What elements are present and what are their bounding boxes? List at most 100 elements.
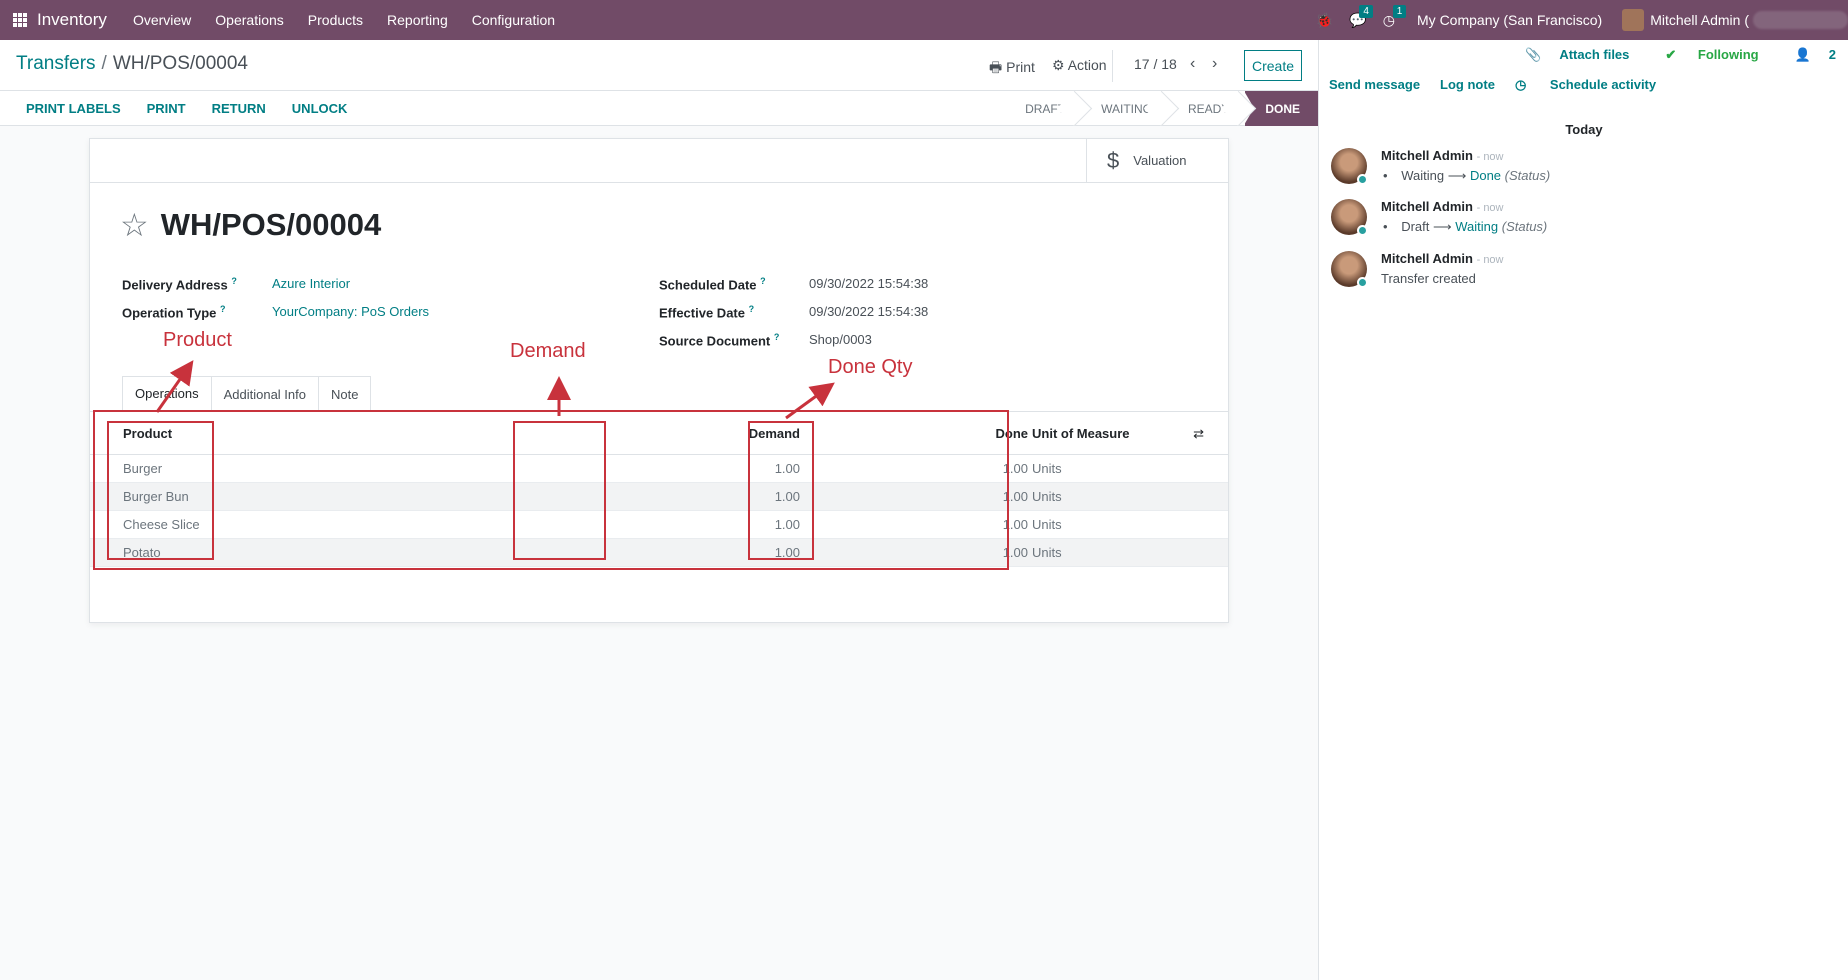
effective-date-value: 09/30/2022 15:54:38: [809, 304, 929, 319]
following-button[interactable]: ✔ Following: [1647, 47, 1758, 63]
annotation-demand-box: [513, 421, 606, 560]
chatter-topbar: 📎 Attach files ✔ Following 👤 2: [1489, 47, 1836, 63]
tab-note[interactable]: Note: [318, 376, 372, 411]
source-document-value: Shop/0003: [809, 332, 872, 347]
user-icon: 👤: [1794, 47, 1811, 62]
user-menu[interactable]: Mitchell Admin (: [1650, 12, 1749, 28]
cell-uom: Units: [1032, 517, 1062, 532]
tab-additional-info[interactable]: Additional Info: [210, 376, 319, 411]
unlock-button[interactable]: UNLOCK: [292, 101, 348, 116]
scheduled-date-label: Scheduled Date ?: [659, 276, 766, 293]
followers-button[interactable]: 👤 2: [1777, 47, 1836, 63]
stage-draft: DRAFT: [1005, 91, 1081, 126]
menu-products[interactable]: Products: [296, 12, 375, 28]
pager-value[interactable]: 17 / 18: [1134, 56, 1177, 72]
effective-date-field: Effective Date ? 09/30/2022 15:54:38: [659, 304, 928, 320]
stage-ready: READY: [1168, 91, 1245, 126]
record-name: WH/POS/00004: [160, 207, 382, 242]
date-separator: Today: [1565, 122, 1603, 137]
operation-type-label: Operation Type ?: [122, 304, 226, 321]
send-message-button[interactable]: Send message: [1329, 77, 1420, 93]
optional-columns-icon[interactable]: ⇄: [1193, 426, 1204, 442]
chatter-panel: 📎 Attach files ✔ Following 👤 2 Send messag…: [1318, 40, 1848, 980]
annotation-demand-label: Demand: [510, 340, 586, 362]
notebook-tabs: Operations Additional Info Note: [122, 376, 372, 411]
arrow-right-icon: ⟶: [1432, 219, 1452, 234]
menu-overview[interactable]: Overview: [121, 12, 203, 28]
stage-done: DONE: [1244, 91, 1318, 126]
smart-button-box: $ Valuation: [90, 139, 1228, 183]
menu-reporting[interactable]: Reporting: [375, 12, 460, 28]
messages-icon[interactable]: 💬 4: [1349, 4, 1373, 29]
column-uom[interactable]: Unit of Measure: [1032, 426, 1182, 441]
breadcrumb: Transfers / WH/POS/00004: [16, 53, 248, 74]
blurred-user-detail: [1753, 11, 1848, 29]
cell-uom: Units: [1032, 461, 1062, 476]
operation-type-value[interactable]: YourCompany: PoS Orders: [272, 304, 429, 320]
action-dropdown[interactable]: ⚙ Action: [1052, 57, 1107, 74]
schedule-activity-button[interactable]: ◷ Schedule activity: [1515, 77, 1676, 93]
clock-icon: ◷: [1514, 77, 1527, 92]
annotation-product-label: Product: [163, 329, 232, 351]
tab-operations[interactable]: Operations: [122, 376, 212, 411]
print-button[interactable]: PRINT: [147, 101, 186, 116]
message-time: - now: [1476, 151, 1504, 163]
dollar-icon: $: [1107, 147, 1120, 173]
menu-configuration[interactable]: Configuration: [460, 12, 567, 28]
message-text: Transfer created: [1381, 271, 1476, 286]
return-button[interactable]: RETURN: [212, 101, 266, 116]
message-author[interactable]: Mitchell Admin: [1381, 148, 1473, 163]
status-bar: PRINT LABELS PRINT RETURN UNLOCK DRAFT W…: [0, 91, 1318, 126]
create-button[interactable]: Create: [1244, 50, 1302, 81]
source-document-field: Source Document ? Shop/0003: [659, 332, 872, 348]
company-switcher[interactable]: My Company (San Francisco): [1417, 12, 1602, 28]
printer-icon: 🖶: [989, 59, 1003, 75]
app-name[interactable]: Inventory: [37, 10, 107, 30]
breadcrumb-transfers[interactable]: Transfers: [16, 53, 96, 74]
arrow-right-icon: ⟶: [1447, 168, 1467, 183]
cell-uom: Units: [1032, 545, 1062, 560]
bug-icon[interactable]: 🐞: [1316, 12, 1333, 29]
delivery-address-field: Delivery Address ? Azure Interior: [122, 276, 350, 292]
apps-menu-icon[interactable]: [13, 13, 27, 27]
operation-type-field: Operation Type ? YourCompany: PoS Orders: [122, 304, 429, 320]
print-labels-button[interactable]: PRINT LABELS: [26, 101, 121, 116]
stage-waiting: WAITING: [1081, 91, 1168, 126]
delivery-address-value[interactable]: Azure Interior: [272, 276, 350, 292]
print-dropdown[interactable]: 🖶 Print: [989, 57, 1035, 81]
check-icon: ✔: [1665, 47, 1677, 62]
online-status-icon: [1357, 277, 1368, 288]
valuation-button[interactable]: $ Valuation: [1086, 139, 1228, 182]
annotation-product-box: [107, 421, 214, 560]
source-document-label: Source Document ?: [659, 332, 780, 349]
star-icon[interactable]: ☆: [120, 209, 149, 241]
cell-uom: Units: [1032, 489, 1062, 504]
scheduled-date-value: 09/30/2022 15:54:38: [809, 276, 929, 291]
message-author[interactable]: Mitchell Admin: [1381, 251, 1473, 266]
record-title: ☆ WH/POS/00004: [120, 207, 381, 243]
chevron-left-icon[interactable]: ‹: [1190, 55, 1195, 73]
message-time: - now: [1476, 254, 1504, 266]
gear-icon: ⚙: [1052, 57, 1065, 73]
chatter-actions: Send message Log note ◷ Schedule activit…: [1329, 77, 1696, 93]
paperclip-icon: 📎: [1525, 47, 1542, 62]
navbar-systray: 🐞 💬 4 ◷ 1 My Company (San Francisco) Mitch…: [1316, 0, 1848, 40]
activities-badge: 1: [1392, 4, 1407, 18]
message-author[interactable]: Mitchell Admin: [1381, 199, 1473, 214]
valuation-label: Valuation: [1133, 153, 1187, 168]
main-menu: Overview Operations Products Reporting C…: [121, 12, 567, 28]
tracking-value: • Waiting ⟶ Done (Status): [1383, 168, 1551, 183]
activities-icon[interactable]: ◷ 1: [1383, 4, 1407, 29]
user-avatar[interactable]: [1622, 9, 1645, 31]
scheduled-date-field: Scheduled Date ? 09/30/2022 15:54:38: [659, 276, 928, 292]
annotation-done-box: [748, 421, 814, 560]
menu-operations[interactable]: Operations: [203, 12, 295, 28]
online-status-icon: [1357, 174, 1368, 185]
messages-badge: 4: [1359, 4, 1373, 18]
header-actions: PRINT LABELS PRINT RETURN UNLOCK: [26, 101, 373, 116]
annotation-done-qty-label: Done Qty: [828, 356, 913, 378]
log-note-button[interactable]: Log note: [1440, 77, 1495, 93]
effective-date-label: Effective Date ?: [659, 304, 755, 321]
attach-files-button[interactable]: 📎 Attach files: [1507, 47, 1629, 63]
chevron-right-icon[interactable]: ›: [1212, 55, 1217, 73]
